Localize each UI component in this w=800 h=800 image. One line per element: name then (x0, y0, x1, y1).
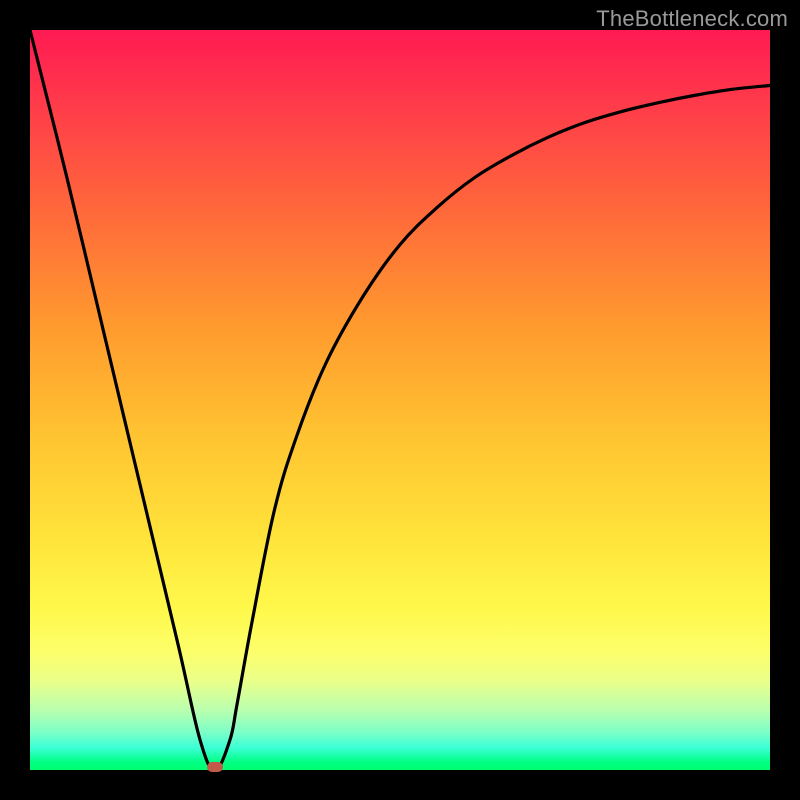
plot-area (30, 30, 770, 770)
watermark-text: TheBottleneck.com (596, 6, 788, 32)
optimal-point-marker (207, 762, 223, 772)
bottleneck-curve (30, 30, 770, 770)
chart-frame: TheBottleneck.com (0, 0, 800, 800)
